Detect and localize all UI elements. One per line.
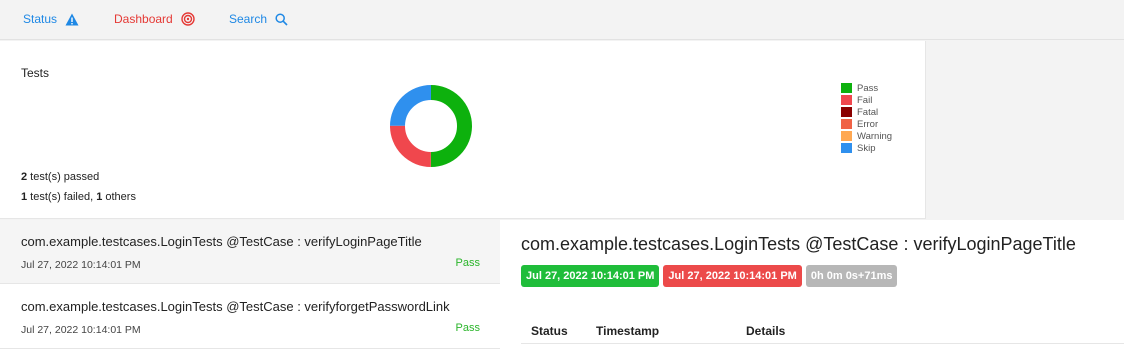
log-table-header: Status Timestamp Details bbox=[521, 316, 1124, 344]
start-time-badge: Jul 27, 2022 10:14:01 PM bbox=[521, 265, 660, 287]
nav-status-label: Status bbox=[23, 12, 58, 26]
legend-item-warning[interactable]: Warning bbox=[841, 130, 892, 142]
nav-search[interactable]: Search bbox=[229, 12, 288, 26]
end-time-badge: Jul 27, 2022 10:14:01 PM bbox=[663, 265, 802, 287]
passed-text: test(s) passed bbox=[27, 171, 100, 183]
others-text: others bbox=[102, 191, 136, 203]
failed-summary: 1 test(s) failed, 1 others bbox=[21, 191, 136, 203]
nav-search-label: Search bbox=[229, 12, 268, 26]
legend-swatch bbox=[841, 131, 852, 141]
test-list: com.example.testcases.LoginTests @TestCa… bbox=[0, 220, 500, 354]
test-time: Jul 27, 2022 10:14:01 PM bbox=[21, 324, 141, 336]
legend-swatch bbox=[841, 83, 852, 93]
legend-label: Fatal bbox=[857, 106, 879, 118]
legend-item-fatal[interactable]: Fatal bbox=[841, 106, 892, 118]
search-icon bbox=[275, 12, 288, 26]
legend-item-fail[interactable]: Fail bbox=[841, 94, 892, 106]
legend-item-pass[interactable]: Pass bbox=[841, 82, 892, 94]
legend-label: Skip bbox=[857, 142, 876, 154]
nav-dashboard[interactable]: Dashboard bbox=[114, 12, 195, 26]
passed-summary: 2 test(s) passed bbox=[21, 171, 99, 183]
legend-label: Warning bbox=[857, 130, 893, 142]
test-list-item[interactable]: com.example.testcases.LoginTests @TestCa… bbox=[0, 220, 500, 284]
legend-label: Fail bbox=[857, 94, 873, 106]
legend-swatch bbox=[841, 143, 852, 153]
detail-title: com.example.testcases.LoginTests @TestCa… bbox=[521, 234, 1076, 254]
test-details-panel: com.example.testcases.LoginTests @TestCa… bbox=[500, 220, 1124, 354]
column-timestamp: Timestamp bbox=[596, 324, 660, 338]
chart-legend: Pass Fail Fatal Error Warning Skip bbox=[841, 82, 892, 154]
test-time: Jul 27, 2022 10:14:01 PM bbox=[21, 259, 141, 271]
legend-swatch bbox=[841, 107, 852, 117]
legend-label: Pass bbox=[857, 82, 879, 94]
tests-summary-card: Tests Pass Fail Fatal Error Warning Skip 2 te… bbox=[0, 41, 926, 219]
test-status: Pass bbox=[455, 322, 480, 334]
test-list-item[interactable]: com.example.testcases.LoginTests @TestCa… bbox=[0, 285, 500, 349]
detail-badges: Jul 27, 2022 10:14:01 PM Jul 27, 2022 10… bbox=[521, 265, 898, 287]
tests-donut-chart bbox=[390, 85, 472, 167]
legend-item-skip[interactable]: Skip bbox=[841, 142, 892, 154]
target-icon bbox=[181, 12, 195, 26]
duration-badge: 0h 0m 0s+71ms bbox=[805, 265, 898, 287]
legend-swatch bbox=[841, 119, 852, 129]
top-navigation: Status Dashboard Search bbox=[0, 0, 1124, 40]
test-name: com.example.testcases.LoginTests @TestCa… bbox=[21, 299, 450, 314]
test-name: com.example.testcases.LoginTests @TestCa… bbox=[21, 234, 422, 249]
card-title: Tests bbox=[21, 66, 50, 80]
failed-text: test(s) failed, bbox=[27, 191, 97, 203]
warning-triangle-icon bbox=[65, 13, 79, 25]
nav-status[interactable]: Status bbox=[23, 12, 79, 26]
column-status: Status bbox=[531, 324, 568, 338]
test-status: Pass bbox=[455, 257, 480, 269]
nav-dashboard-label: Dashboard bbox=[114, 12, 173, 26]
legend-swatch bbox=[841, 95, 852, 105]
legend-label: Error bbox=[857, 118, 879, 130]
legend-item-error[interactable]: Error bbox=[841, 118, 892, 130]
column-details: Details bbox=[746, 324, 786, 338]
